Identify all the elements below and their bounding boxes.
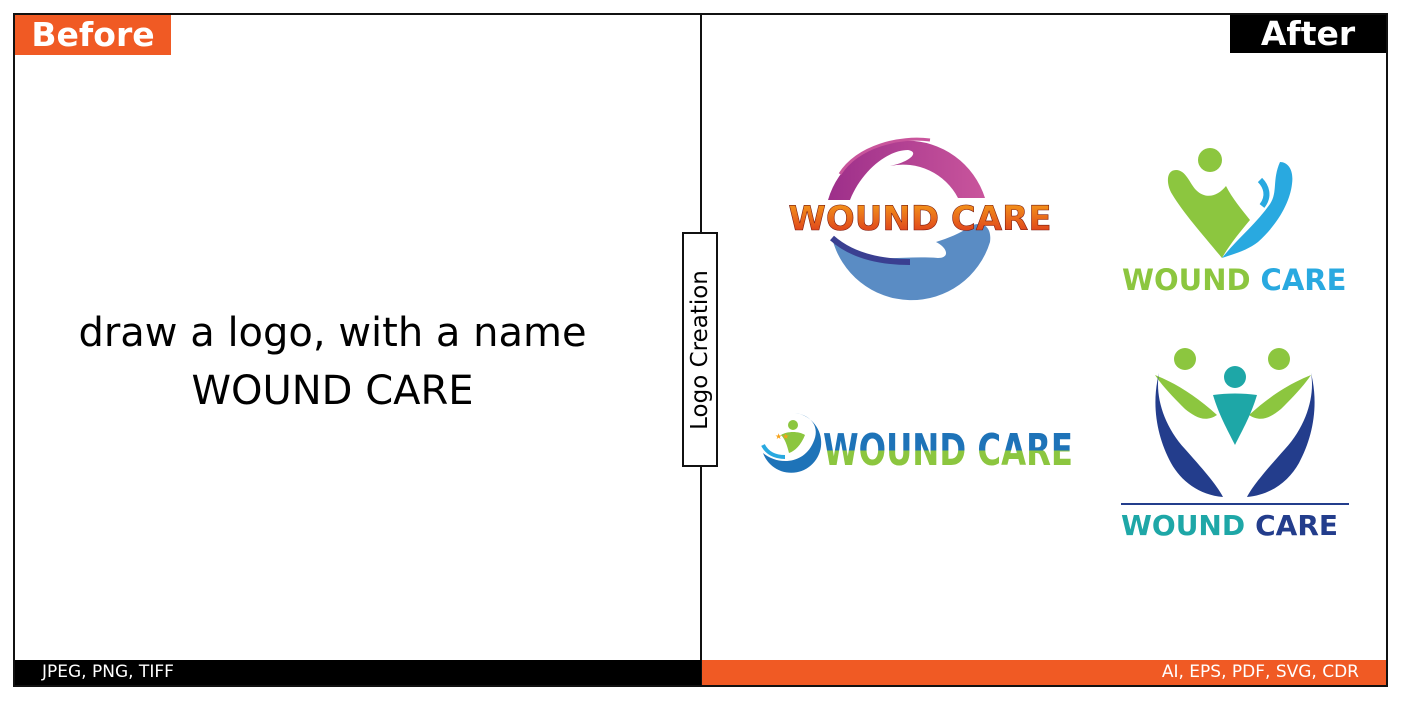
- logo-heart-hand: WOUND CARE: [1122, 148, 1346, 297]
- star-icon: ★★: [775, 432, 789, 441]
- wordmark-2: WOUND CARE: [1122, 263, 1346, 297]
- logo-creation-tab: Logo Creation: [682, 232, 718, 467]
- small-hand: [761, 443, 786, 459]
- wordmark-3: WOUND CARE: [823, 425, 1073, 476]
- after-label: After: [1230, 15, 1386, 53]
- head-circle: [1198, 148, 1222, 172]
- request-line-1: draw a logo, with a name: [78, 310, 587, 356]
- person-left-head: [1174, 348, 1196, 370]
- logo-hands-people: WOUND CARE: [1121, 348, 1349, 540]
- logo-hands-circle: WOUND CARE: [788, 137, 1052, 301]
- person-left-body: [1155, 375, 1217, 419]
- request-line-2: WOUND CARE: [191, 368, 474, 414]
- top-hand-shape: [828, 140, 985, 200]
- wordmark-4: WOUND CARE: [1121, 509, 1338, 540]
- person-center-head: [1224, 366, 1246, 388]
- wordmark-1: WOUND CARE: [788, 199, 1051, 239]
- person-right-head: [1268, 348, 1290, 370]
- hand-finger: [1257, 177, 1270, 208]
- left-hand-shape: [1155, 373, 1223, 497]
- person-right-body: [1249, 375, 1311, 419]
- output-formats: AI, EPS, PDF, SVG, CDR: [1161, 662, 1359, 682]
- request-text: draw a logo, with a name WOUND CARE: [40, 304, 625, 420]
- before-label: Before: [15, 15, 171, 55]
- person-head: [788, 420, 798, 430]
- logo-swirl: ★★ WOUND CARE: [761, 413, 1073, 476]
- source-formats: JPEG, PNG, TIFF: [42, 662, 174, 682]
- person-center-body: [1213, 393, 1257, 445]
- logo-creation-label: Logo Creation: [687, 269, 713, 430]
